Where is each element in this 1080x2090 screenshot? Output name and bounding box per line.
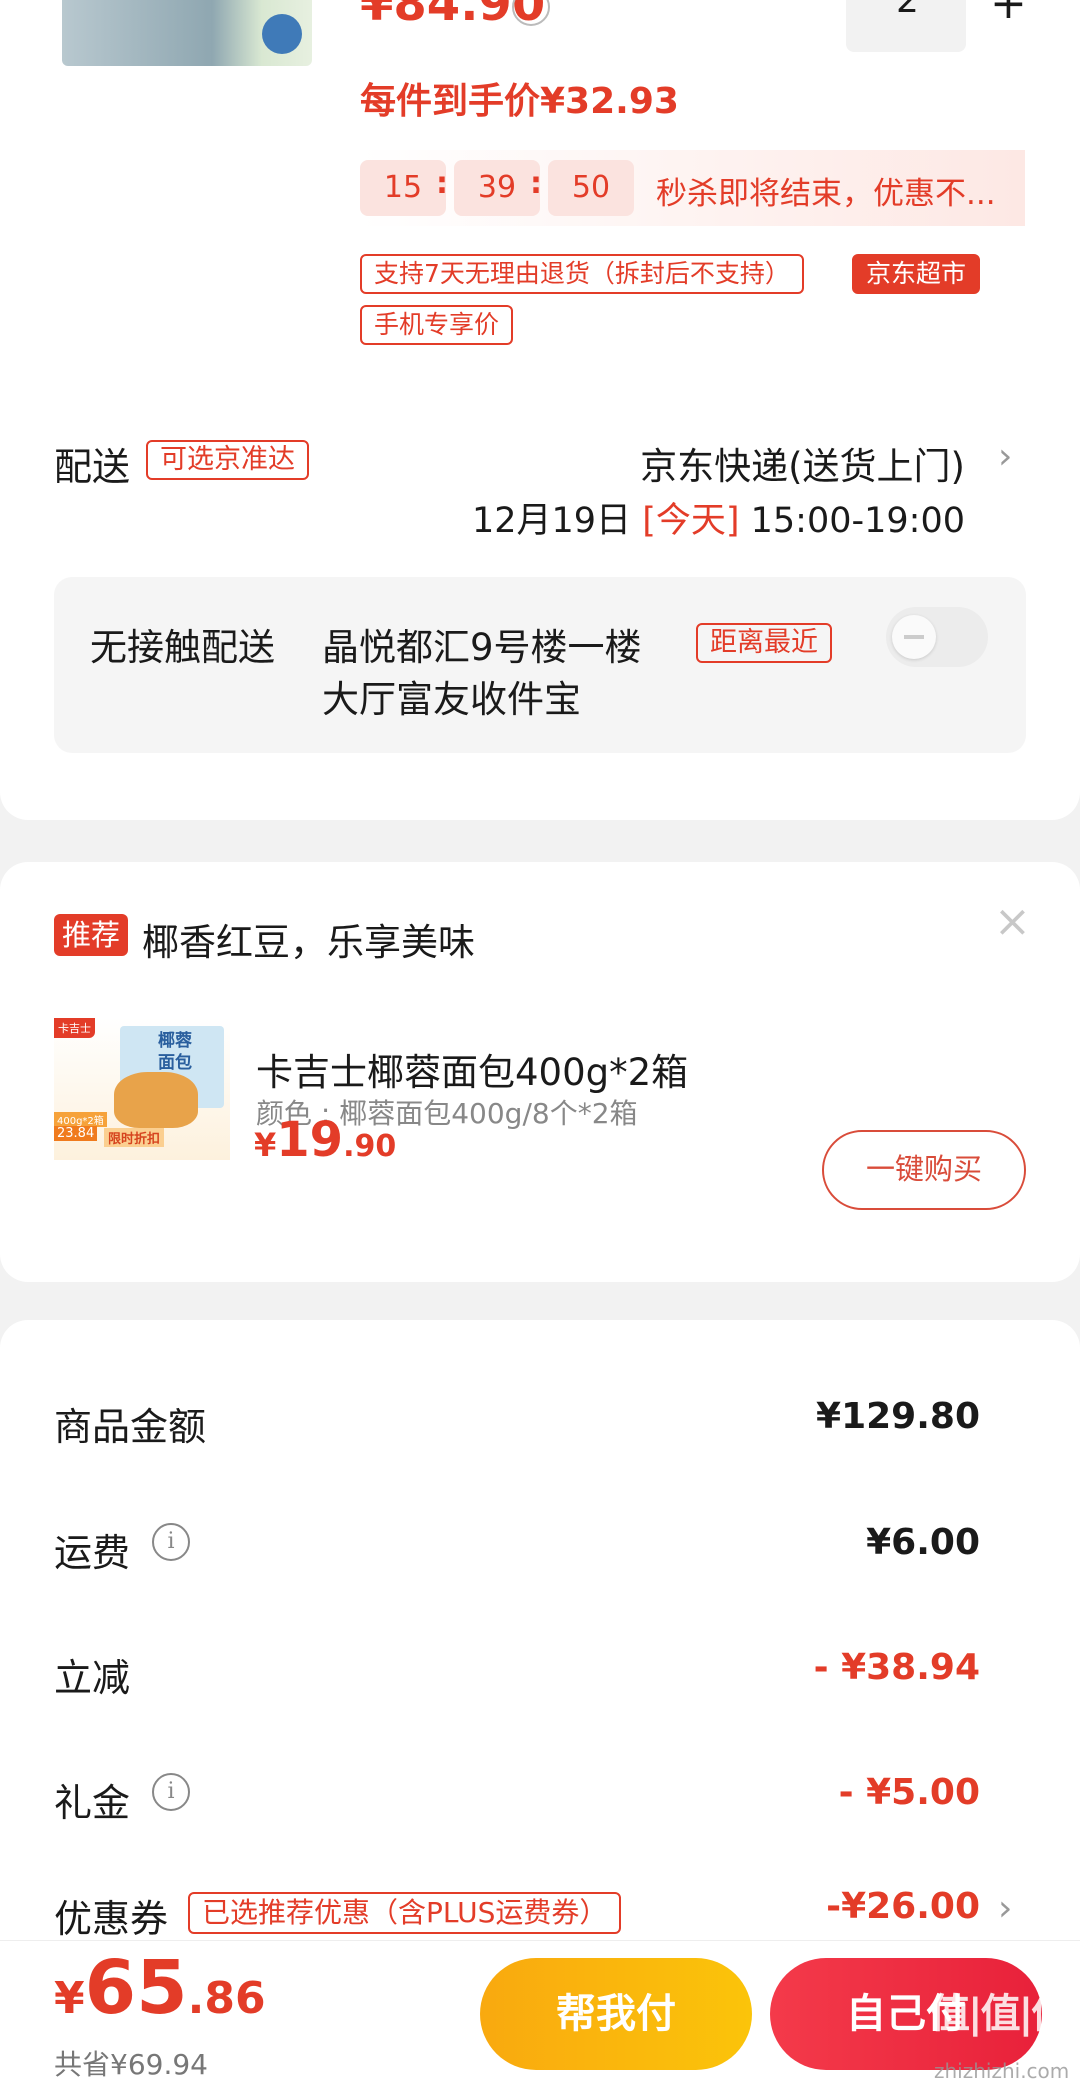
address-line2: 大厅富友收件宝 [322,678,581,721]
recommend-title: 椰香红豆，乐享美味 [142,921,475,964]
summary-label: 商品金额 [54,1405,207,1449]
delivery-time: 12月19日 [今天] 15:00-19:00 [472,492,965,543]
recommend-product-title[interactable]: 卡吉士椰蓉面包400g*2箱 [256,1042,688,1096]
image-bread [114,1072,198,1128]
summary-value: ¥129.80 [816,1396,980,1437]
summary-value: - ¥5.00 [838,1772,980,1813]
watermark-url: zhizhizhi.com [934,2059,1070,2083]
chevron-right-icon[interactable]: › [998,1888,1012,1929]
recommend-card: 推荐 椰香红豆，乐享美味 × 卡吉士 椰蓉面包 400g*2箱 23.84 限时… [0,862,1080,1282]
price-integer: 19 [276,1112,344,1168]
jzd-badge[interactable]: 可选京准达 [146,440,309,480]
coupon-label: 优惠券 [54,1897,169,1941]
recommend-price: ¥19.90 [254,1112,396,1168]
delivery-today: [今天] [642,501,740,541]
summary-label: 立减 [54,1656,131,1700]
jd-supermarket-tag: 京东超市 [852,254,981,294]
total-decimal: .86 [187,1973,266,2024]
product-thumbnail[interactable] [62,0,312,66]
countdown-hours: 15 [360,160,446,216]
thumbnail-badge [262,14,302,54]
order-summary-card: 商品金额 ¥129.80 运费 i ¥6.00 立减 - ¥38.94 礼金 i… [0,1320,1080,2020]
summary-label: 礼金 [54,1781,131,1825]
help-pay-button[interactable]: 帮我付 [480,1958,752,2070]
countdown-minutes: 39 [454,160,540,216]
contactless-label: 无接触配送 [90,626,275,669]
toggle-knob [892,615,936,659]
delivery-method[interactable]: 京东快递(送货上门) [640,436,965,490]
saved-amount: 共省¥69.94 [54,2048,208,2081]
total-integer: 65 [84,1945,188,2031]
image-price: 23.84 [54,1126,98,1141]
mobile-price-tag: 手机专享价 [360,305,514,345]
price-symbol: ¥ [254,1126,277,1164]
close-icon[interactable]: × [994,896,1031,947]
checkout-bar: ¥65.86 共省¥69.94 帮我付 自己付 值|值|值 zhizhizhi.… [0,1940,1080,2090]
product-card: ¥84.90 2 + 每件到手价¥32.93 15 : 39 : 50 秒杀即将… [0,0,1080,820]
delivery-date: 12月19日 [471,501,632,541]
gift-info-icon[interactable]: i [152,1773,190,1811]
quantity-plus-button[interactable]: + [990,0,1027,29]
quantity-value: 2 [896,0,919,21]
delivery-slot: 15:00-19:00 [750,501,965,541]
summary-label: 运费 [54,1531,131,1575]
image-brand-logo: 卡吉士 [54,1018,95,1038]
recommend-badge: 推荐 [54,914,129,956]
return-policy-tag: 支持7天无理由退货（拆封后不支持） [360,254,804,294]
countdown-colon: : [530,166,542,201]
per-item-price: 每件到手价¥32.93 [360,81,679,122]
delivery-label: 配送 [54,445,131,489]
coupon-value[interactable]: -¥26.00 [826,1886,980,1927]
address-line1: 晶悦都汇9号楼一楼 [322,626,642,669]
countdown-seconds: 50 [548,160,634,216]
contactless-toggle[interactable] [886,607,988,667]
price-decimal: .90 [343,1129,397,1164]
quantity-box[interactable]: 2 [846,0,966,52]
summary-value: - ¥38.94 [813,1647,980,1688]
image-spec: 400g*2箱 [54,1112,107,1127]
total-symbol: ¥ [54,1973,85,2024]
recommend-product-image[interactable]: 卡吉士 椰蓉面包 400g*2箱 23.84 限时折扣 [54,1018,230,1160]
watermark-logo: 值|值|值 [930,1991,1071,2037]
image-banner: 限时折扣 [104,1128,165,1147]
shipping-info-icon[interactable]: i [152,1523,190,1561]
nearest-badge: 距离最近 [696,623,832,663]
summary-value: ¥6.00 [866,1522,980,1563]
coupon-badge[interactable]: 已选推荐优惠（含PLUS运费券） [188,1892,622,1934]
image-title: 椰蓉面包 [158,1031,192,1073]
contactless-panel: 无接触配送 晶悦都汇9号楼一楼 大厅富友收件宝 距离最近 [54,577,1026,753]
countdown-colon: : [436,166,448,201]
flash-sale-text: 秒杀即将结束，优惠不... [656,176,996,212]
one-click-buy-button[interactable]: 一键购买 [822,1130,1026,1210]
total-price: ¥65.86 [54,1945,266,2031]
chevron-right-icon[interactable]: › [998,436,1012,477]
